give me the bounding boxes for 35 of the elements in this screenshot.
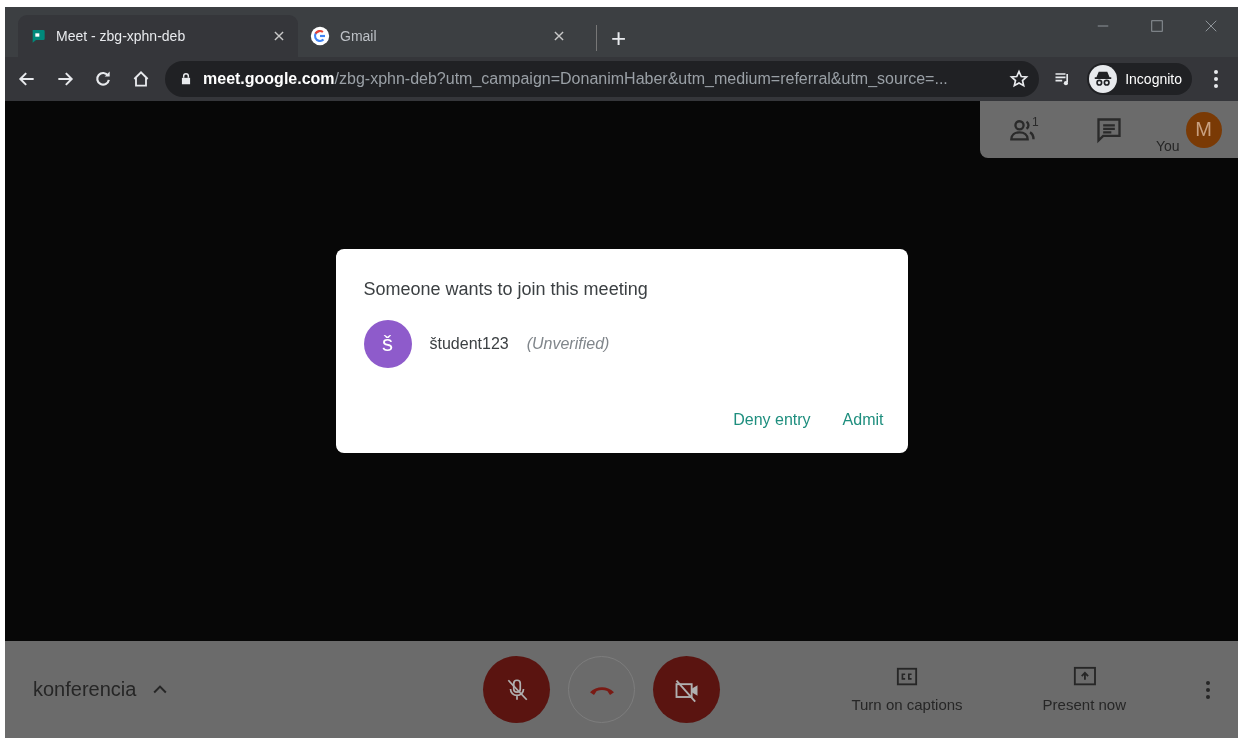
browser-tab[interactable]: Gmail [298,15,578,57]
star-icon [1009,69,1030,89]
requester-avatar: š [363,320,412,368]
tab-title: Meet - zbg-xphn-deb [56,28,187,44]
dialog-action-button[interactable]: Admit [842,411,884,429]
reload-icon [93,69,113,89]
captions-icon [895,666,919,688]
dialog-action-button[interactable]: Deny entry [733,411,811,429]
participant-count: 1 [1032,115,1039,129]
meeting-name: konferencia [33,678,137,701]
google-icon [310,26,330,46]
present-icon [1071,666,1098,688]
home-icon [131,69,151,89]
meet-icon [30,28,46,44]
self-avatar: M [1185,111,1222,148]
maximize-icon [1150,19,1164,33]
url-path: /zbg-xphn-deb?utm_campaign=DonanimHaber&utm_medium=referral&utm_source=... [334,70,948,87]
self-label: You [1156,138,1180,154]
close-icon [272,29,286,43]
chat-icon [1095,115,1123,144]
url-host: meet.google.com [203,70,335,87]
close-icon [552,29,566,43]
menu-icon [1214,70,1218,88]
unverified-note: (Unverified) [526,335,610,353]
phone-icon [588,684,615,695]
new-tab-button[interactable]: + [596,25,627,51]
requester-name: študent123 [429,335,509,353]
browser-tab[interactable]: Meet - zbg-xphn-deb [18,15,298,57]
tab-title: Gmail [340,28,378,44]
more-icon [1206,680,1210,699]
incognito-button[interactable]: Incognito [1087,63,1192,95]
address-bar[interactable]: meet.google.com/zbg-xphn-deb?utm_campaign=DonanimHaber&utm_medium=referral&utm_source=... [165,61,1040,97]
dialog-title: Someone wants to join this meeting [363,279,649,300]
lock-icon [179,72,193,86]
close-icon [1204,19,1218,33]
